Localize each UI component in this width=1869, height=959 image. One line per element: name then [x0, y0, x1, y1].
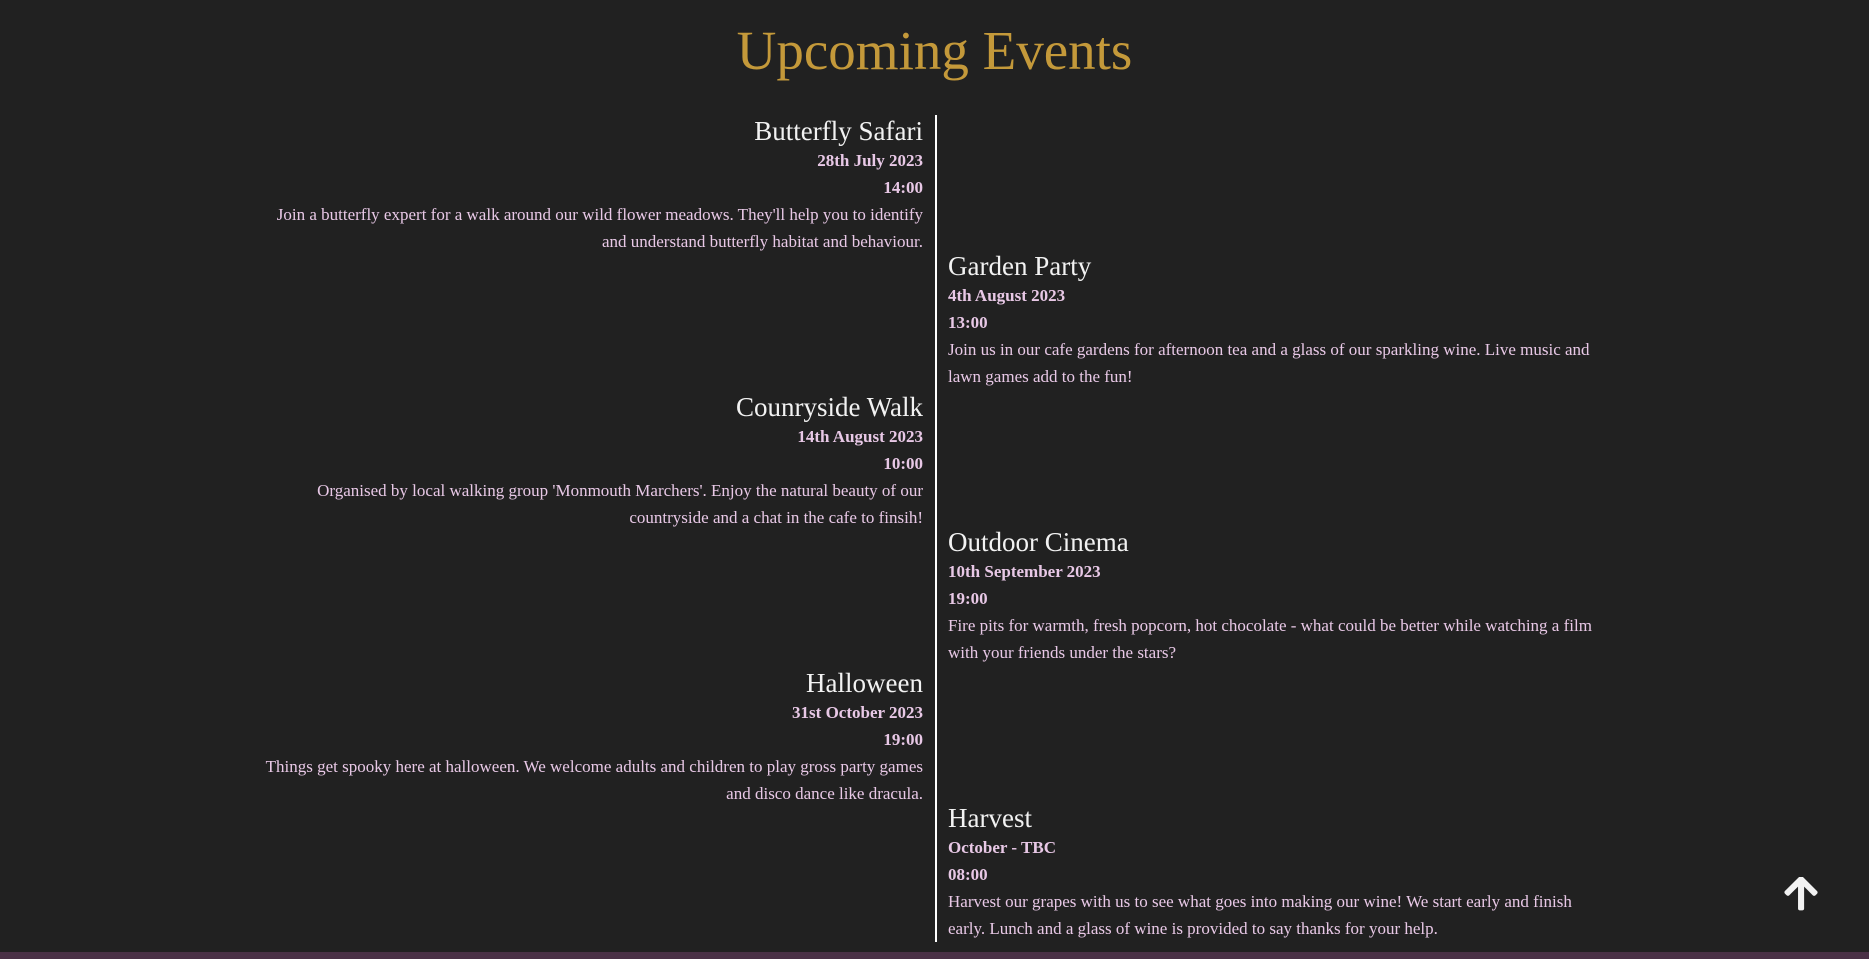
event-title: Garden Party	[948, 251, 1092, 281]
arrow-up-icon	[1784, 875, 1818, 911]
event-date: 4th August 2023	[948, 286, 1066, 305]
scroll-to-top-button[interactable]	[1784, 875, 1818, 911]
event-time: 10:00	[883, 454, 923, 473]
event-date: 31st October 2023	[792, 703, 923, 722]
event-time: 08:00	[948, 865, 988, 884]
event-date: October - TBC	[948, 838, 1056, 857]
event-title: Harvest	[948, 803, 1032, 833]
event-countryside-walk: Counryside Walk 14th August 2023 10:00 O…	[263, 391, 923, 531]
event-description: Harvest our grapes with us to see what g…	[948, 892, 1572, 938]
event-time: 13:00	[948, 313, 988, 332]
event-title: Counryside Walk	[735, 392, 923, 422]
events-page: Upcoming Events Butterfly Safari 28th Ju…	[0, 0, 1869, 959]
event-description: Join us in our cafe gardens for afternoo…	[948, 340, 1590, 386]
timeline-divider	[935, 115, 937, 942]
event-garden-party: Garden Party 4th August 2023 13:00 Join …	[948, 250, 1608, 390]
event-date: 14th August 2023	[797, 427, 923, 446]
event-harvest: Harvest October - TBC 08:00 Harvest our …	[948, 802, 1608, 942]
event-description: Things get spooky here at halloween. We …	[265, 757, 923, 803]
event-time: 14:00	[883, 178, 923, 197]
footer-bar	[0, 952, 1869, 959]
event-date: 10th September 2023	[948, 562, 1101, 581]
event-title: Outdoor Cinema	[948, 527, 1129, 557]
event-outdoor-cinema: Outdoor Cinema 10th September 2023 19:00…	[948, 526, 1608, 666]
event-description: Organised by local walking group 'Monmou…	[317, 481, 923, 527]
event-title: Halloween	[806, 668, 923, 698]
event-title: Butterfly Safari	[754, 116, 923, 146]
event-description: Fire pits for warmth, fresh popcorn, hot…	[948, 616, 1592, 662]
event-date: 28th July 2023	[817, 151, 923, 170]
event-time: 19:00	[948, 589, 988, 608]
event-time: 19:00	[883, 730, 923, 749]
page-title: Upcoming Events	[736, 20, 1133, 81]
event-butterfly-safari: Butterfly Safari 28th July 2023 14:00 Jo…	[263, 115, 923, 255]
event-halloween: Halloween 31st October 2023 19:00 Things…	[263, 667, 923, 807]
event-description: Join a butterfly expert for a walk aroun…	[276, 205, 923, 251]
